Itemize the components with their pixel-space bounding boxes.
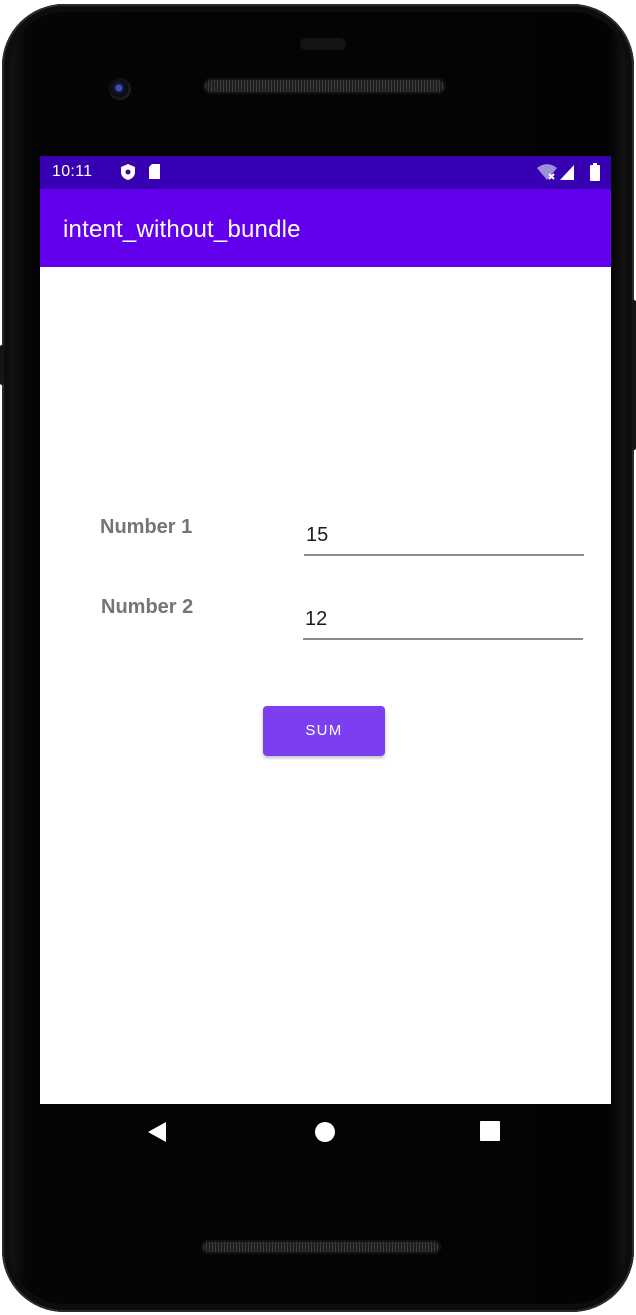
number2-underline xyxy=(303,638,583,640)
earpiece-speaker xyxy=(203,78,446,94)
back-icon[interactable] xyxy=(147,1121,167,1148)
number1-label: Number 1 xyxy=(100,516,193,538)
sensor xyxy=(300,38,346,50)
wifi-icon xyxy=(537,163,557,186)
battery-icon xyxy=(590,163,600,186)
number2-value: 12 xyxy=(305,608,328,630)
side-button xyxy=(632,300,636,450)
number2-input[interactable]: 12 xyxy=(303,600,583,640)
number1-underline xyxy=(304,554,584,556)
number1-value: 15 xyxy=(306,524,329,546)
number1-input[interactable]: 15 xyxy=(304,516,584,556)
home-icon[interactable] xyxy=(314,1121,336,1148)
app-title: intent_without_bundle xyxy=(63,216,301,243)
front-camera xyxy=(109,78,131,100)
status-time: 10:11 xyxy=(52,163,93,180)
side-button xyxy=(0,345,4,385)
shield-icon xyxy=(120,163,136,186)
app-bar: intent_without_bundle xyxy=(40,189,611,267)
number2-label: Number 2 xyxy=(101,596,194,618)
bottom-speaker xyxy=(201,1240,441,1254)
cell-signal-icon xyxy=(559,163,575,186)
sd-card-icon xyxy=(148,163,161,185)
sum-button[interactable]: SUM xyxy=(263,706,385,756)
recents-icon[interactable] xyxy=(480,1121,500,1146)
status-bar: 10:11 xyxy=(40,156,611,189)
screen: 10:11 intent_without_bundle Number 1 15 xyxy=(40,156,611,1104)
phone-frame: 10:11 intent_without_bundle Number 1 15 xyxy=(0,0,636,1315)
